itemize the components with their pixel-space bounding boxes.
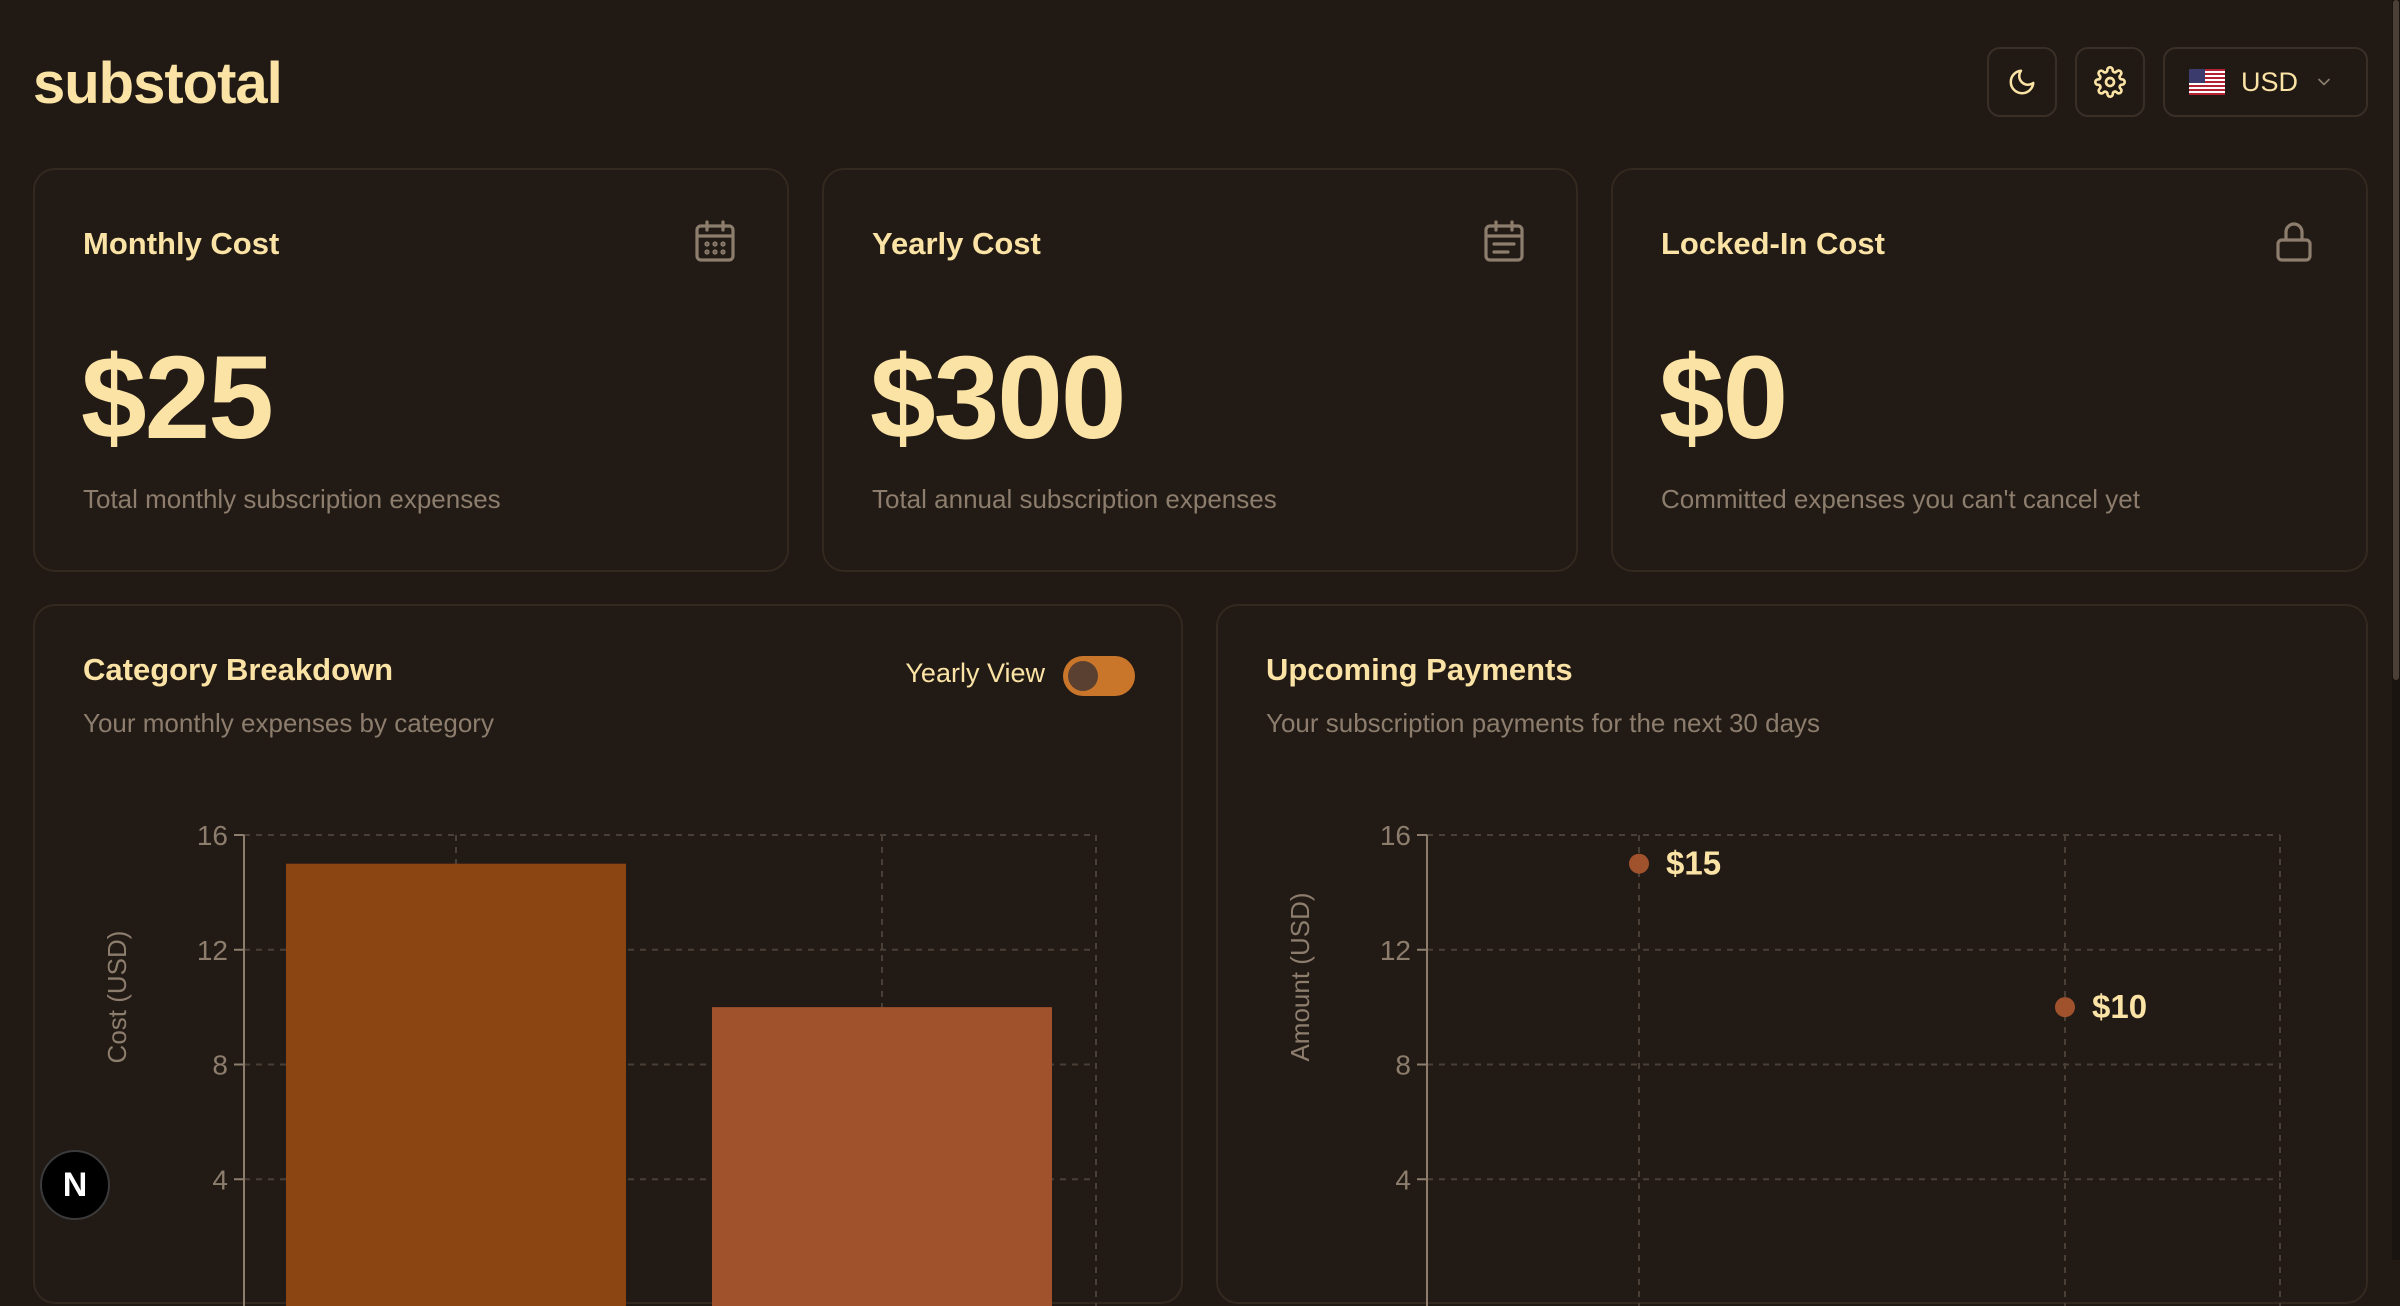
y-axis-label: Amount (USD)	[1285, 892, 1315, 1061]
app-logo[interactable]: substotal	[33, 50, 283, 117]
category-breakdown-panel: Category Breakdown Your monthly expenses…	[33, 604, 1183, 1306]
card-subtitle: Total monthly subscription expenses	[83, 484, 501, 514]
calendar-icon	[695, 220, 735, 262]
y-tick-label: 8	[1395, 1050, 1411, 1081]
card-subtitle: Total annual subscription expenses	[872, 484, 1277, 514]
theme-toggle-button[interactable]	[1987, 47, 2057, 117]
currency-label: USD	[2241, 66, 2299, 97]
calendar-list-icon	[1484, 220, 1524, 262]
card-title: Monthly Cost	[83, 226, 280, 261]
lock-icon	[2276, 222, 2312, 262]
category-bar-chart: 4 8 12 16 Cost (USD)	[102, 820, 1097, 1306]
chevron-down-icon	[2318, 78, 2330, 86]
settings-button[interactable]	[2075, 47, 2145, 117]
data-label: $10	[2092, 988, 2147, 1025]
y-axis-label: Cost (USD)	[102, 931, 132, 1064]
y-tick-label: 16	[1380, 820, 1411, 851]
card-title: Yearly Cost	[872, 226, 1041, 261]
upcoming-payments-panel: Upcoming Payments Your subscription paym…	[1216, 604, 2368, 1306]
y-tick-label: 12	[197, 935, 228, 966]
scroll-thumb[interactable]	[2393, 0, 2399, 680]
bar	[286, 863, 626, 1306]
data-label: $15	[1666, 845, 1721, 882]
bar	[712, 1007, 1052, 1306]
gear-icon	[2094, 66, 2126, 98]
currency-select[interactable]: USD	[2163, 47, 2368, 117]
payments-scatter-chart: 4 8 12 16 Amount (USD) $15 $10	[1285, 820, 2281, 1306]
data-point	[1629, 853, 1649, 874]
card-title: Locked-In Cost	[1661, 226, 1885, 261]
card-value: $300	[870, 332, 1127, 464]
y-tick-label: 16	[197, 820, 228, 851]
moon-icon	[2009, 69, 2035, 95]
locked-in-cost-card: Locked-In Cost $0 Committed expenses you…	[1611, 168, 2368, 572]
y-tick-label: 4	[1395, 1164, 1411, 1195]
card-value: $25	[81, 332, 274, 464]
scrollbar[interactable]	[2392, 0, 2400, 1260]
card-subtitle: Committed expenses you can't cancel yet	[1661, 484, 2140, 514]
data-point	[2055, 997, 2075, 1018]
dev-tools-badge[interactable]: N	[40, 1150, 110, 1220]
y-tick-label: 12	[1380, 935, 1411, 966]
monthly-cost-card: Monthly Cost $25 Total monthly subscript…	[33, 168, 789, 572]
y-tick-label: 8	[212, 1050, 228, 1081]
yearly-cost-card: Yearly Cost $300 Total annual subscripti…	[822, 168, 1578, 572]
card-value: $0	[1659, 332, 1788, 464]
us-flag-icon	[2189, 69, 2225, 95]
y-tick-label: 4	[212, 1164, 228, 1195]
